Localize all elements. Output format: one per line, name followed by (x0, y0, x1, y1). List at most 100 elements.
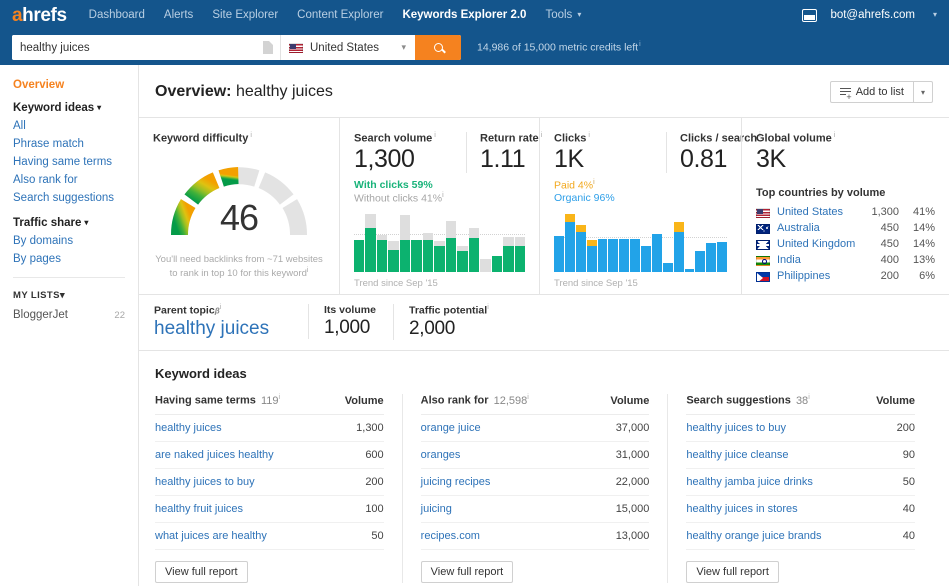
sidebar-item-all[interactable]: All (13, 120, 138, 132)
sidebar-item-search-suggestions[interactable]: Search suggestions (13, 192, 138, 204)
keyword-link[interactable]: healthy jamba juice drinks (686, 476, 813, 488)
country-name[interactable]: United Kingdom (777, 237, 857, 252)
view-full-report-button[interactable]: View full report (421, 561, 514, 583)
chart-bar[interactable] (663, 214, 673, 272)
sidebar-item-phrase-match[interactable]: Phrase match (13, 138, 138, 150)
parent-topic-value[interactable]: healthy juices (154, 318, 293, 340)
chart-bar[interactable] (674, 214, 684, 272)
nav-item-keywords-explorer[interactable]: Keywords Explorer 2.0 (402, 9, 526, 21)
keyword-link[interactable]: healthy juices (155, 422, 222, 434)
nav-item-tools[interactable]: Tools▾ (545, 9, 581, 21)
keyword-link[interactable]: oranges (421, 449, 461, 461)
chart-bar[interactable] (717, 214, 727, 272)
keyword-link[interactable]: juicing (421, 503, 452, 515)
info-icon[interactable]: i (442, 192, 444, 199)
chart-bar[interactable] (598, 214, 608, 272)
chart-bar[interactable] (388, 214, 398, 272)
chart-bar[interactable] (652, 214, 662, 272)
sidebar-item-also-rank-for[interactable]: Also rank for (13, 174, 138, 186)
sidebar-item-overview[interactable]: Overview (13, 79, 138, 91)
info-icon[interactable]: i (307, 267, 309, 274)
chart-bar[interactable] (576, 214, 586, 272)
view-full-report-button[interactable]: View full report (686, 561, 779, 583)
chart-bar[interactable] (630, 214, 640, 272)
chart-bar[interactable] (411, 214, 421, 272)
info-icon[interactable]: i (434, 132, 436, 139)
keyword-link[interactable]: recipes.com (421, 530, 480, 542)
info-icon[interactable]: i (250, 132, 252, 139)
keyword-link[interactable]: healthy juices in stores (686, 503, 797, 515)
keyword-idea-column-header: Search suggestions 38iVolume (686, 394, 915, 415)
country-name[interactable]: Philippines (777, 269, 857, 284)
nav-item-dashboard[interactable]: Dashboard (89, 9, 145, 21)
document-icon[interactable] (263, 41, 273, 54)
user-email-label[interactable]: bot@ahrefs.com (830, 9, 915, 21)
global-volume-label-text: Global volume (756, 133, 832, 145)
nav-item-alerts[interactable]: Alerts (164, 9, 193, 21)
nav-item-site-explorer[interactable]: Site Explorer (212, 9, 278, 21)
info-icon[interactable]: i (593, 179, 595, 186)
nav-item-content-explorer[interactable]: Content Explorer (297, 9, 383, 21)
sidebar-item-having-same-terms[interactable]: Having same terms (13, 156, 138, 168)
chart-bar[interactable] (619, 214, 629, 272)
search-input[interactable] (12, 35, 280, 60)
keyword-link[interactable]: healthy juices to buy (155, 476, 255, 488)
keyword-link[interactable]: what juices are healthy (155, 530, 267, 542)
keyword-link[interactable]: juicing recipes (421, 476, 491, 488)
inbox-icon[interactable] (802, 9, 817, 22)
user-menu-chevron-down-icon[interactable]: ▾ (933, 10, 937, 19)
chart-bar[interactable] (400, 214, 410, 272)
country-select[interactable]: United States ▾ (280, 35, 415, 60)
chart-bar[interactable] (492, 214, 502, 272)
info-icon[interactable]: i (487, 304, 489, 311)
chart-bar-bottom-segment (554, 236, 564, 272)
country-name[interactable]: India (777, 253, 857, 268)
sidebar-group-keyword-ideas[interactable]: Keyword ideas▾ (13, 102, 138, 114)
sidebar-list-item-bloggerjet[interactable]: BloggerJet 22 (13, 309, 138, 321)
add-to-list-chevron-down-icon[interactable]: ▾ (913, 82, 932, 102)
chart-bar[interactable] (377, 214, 387, 272)
sidebar-item-by-pages[interactable]: By pages (13, 253, 138, 265)
chart-bar[interactable] (354, 214, 364, 272)
keyword-link[interactable]: are naked juices healthy (155, 449, 274, 461)
ahrefs-logo[interactable]: ahrefs (12, 4, 67, 27)
info-icon[interactable]: i (808, 394, 810, 401)
chart-bar[interactable] (641, 214, 651, 272)
country-name[interactable]: Australia (777, 221, 857, 236)
search-button[interactable] (415, 35, 461, 60)
chart-bar[interactable] (446, 214, 456, 272)
info-icon[interactable]: i (527, 394, 529, 401)
info-icon[interactable]: i (278, 394, 280, 401)
chart-bar[interactable] (515, 214, 525, 272)
chart-bar[interactable] (423, 214, 433, 272)
country-name[interactable]: United States (777, 205, 857, 220)
chart-bar[interactable] (695, 214, 705, 272)
sidebar-group-traffic-share[interactable]: Traffic share▾ (13, 217, 138, 229)
credits-info-icon[interactable]: i (639, 41, 641, 48)
chart-bar[interactable] (587, 214, 597, 272)
keyword-link[interactable]: healthy juice cleanse (686, 449, 788, 461)
chart-bar[interactable] (706, 214, 716, 272)
chart-bar[interactable] (685, 214, 695, 272)
chart-bar[interactable] (608, 214, 618, 272)
info-icon[interactable]: i (220, 304, 222, 311)
chart-bar[interactable] (469, 214, 479, 272)
keyword-link[interactable]: healthy fruit juices (155, 503, 243, 515)
chart-bar[interactable] (565, 214, 575, 272)
chart-bar[interactable] (480, 214, 490, 272)
info-icon[interactable]: i (834, 132, 836, 139)
info-icon[interactable]: i (588, 132, 590, 139)
keyword-link[interactable]: orange juice (421, 422, 481, 434)
view-full-report-button[interactable]: View full report (155, 561, 248, 583)
chart-bar[interactable] (365, 214, 375, 272)
chart-bar[interactable] (554, 214, 564, 272)
add-to-list-button[interactable]: Add to list (831, 82, 913, 102)
chart-bar[interactable] (434, 214, 444, 272)
keyword-link[interactable]: healthy juices to buy (686, 422, 786, 434)
sidebar-group-my-lists[interactable]: MY LISTS▾ (13, 290, 138, 301)
chart-bar[interactable] (457, 214, 467, 272)
keyword-link[interactable]: healthy orange juice brands (686, 530, 821, 542)
sidebar-item-by-domains[interactable]: By domains (13, 235, 138, 247)
chart-bar[interactable] (503, 214, 513, 272)
chart-bar-bottom-segment (717, 242, 727, 272)
